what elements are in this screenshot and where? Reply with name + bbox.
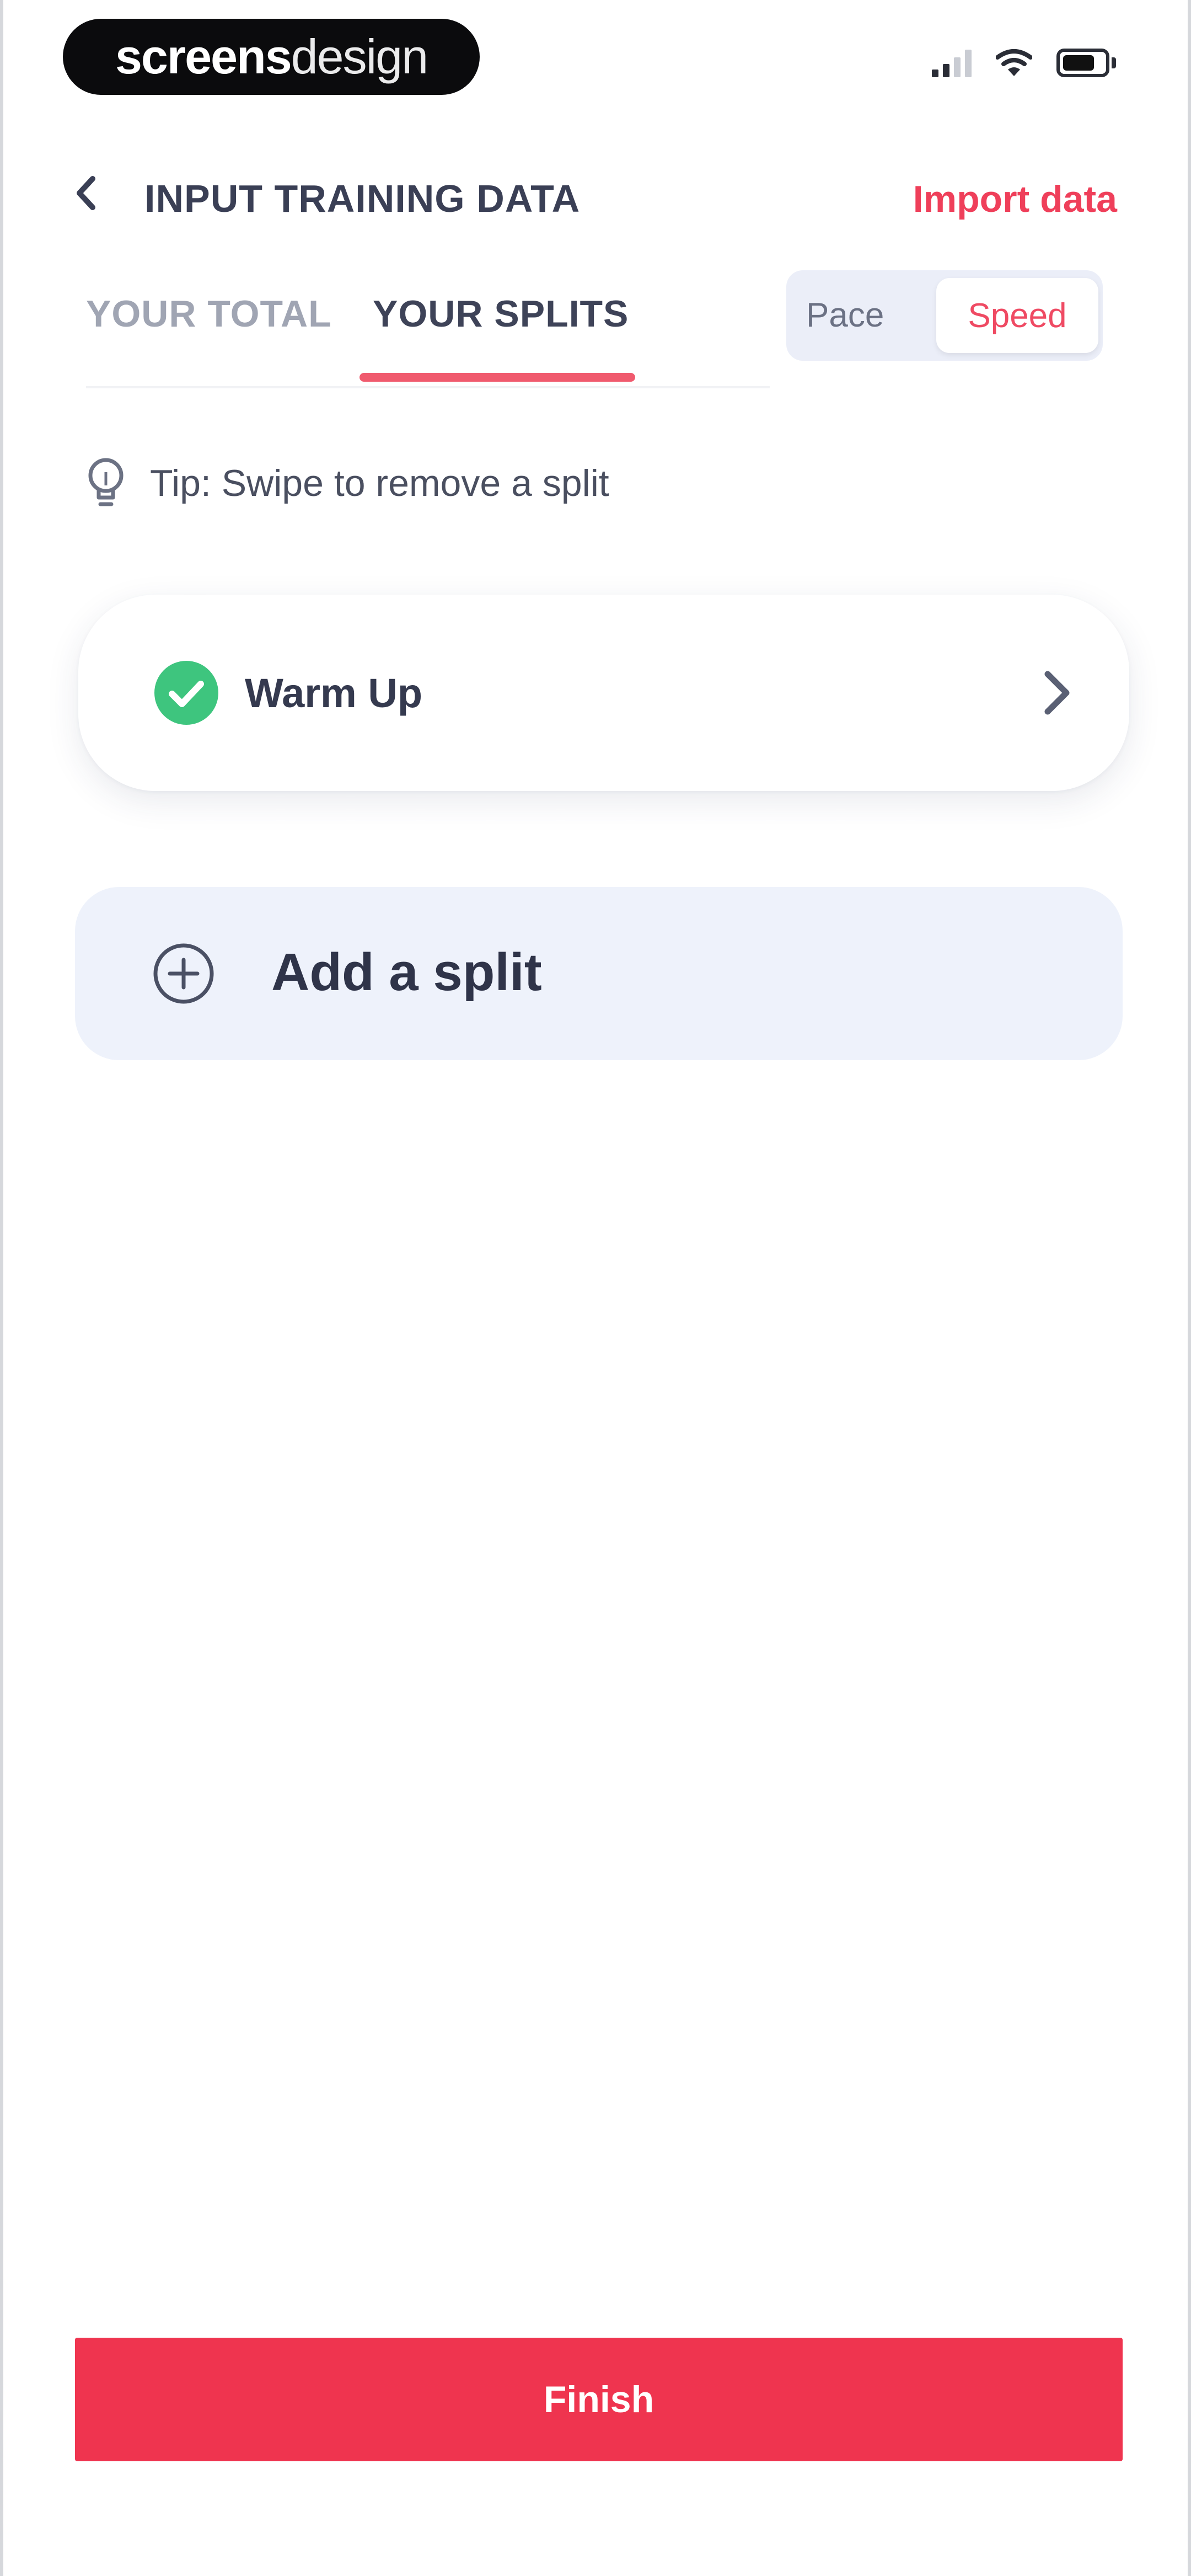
tab-your-total[interactable]: YOUR TOTAL <box>86 292 332 335</box>
import-data-link[interactable]: Import data <box>913 178 1117 221</box>
watermark-bold: screens <box>115 29 292 84</box>
add-split-button[interactable]: Add a split <box>75 887 1123 1060</box>
plus-circle-icon <box>153 943 214 1004</box>
battery-icon <box>1056 49 1116 77</box>
status-bar-icons <box>932 49 1116 77</box>
toggle-option-speed[interactable]: Speed <box>936 278 1098 353</box>
add-split-label: Add a split <box>271 943 542 1002</box>
header: INPUT TRAINING DATA Import data <box>69 165 1128 221</box>
wifi-icon <box>996 49 1032 76</box>
back-button[interactable] <box>69 171 103 215</box>
watermark-light: design <box>291 29 428 84</box>
tab-your-splits[interactable]: YOUR SPLITS <box>373 292 629 335</box>
check-circle-icon <box>154 661 218 725</box>
pace-speed-toggle: Pace Speed <box>786 270 1103 361</box>
watermark-logo: screens design <box>63 19 480 95</box>
signal-icon <box>932 49 972 77</box>
finish-button[interactable]: Finish <box>75 2338 1123 2461</box>
page-title: INPUT TRAINING DATA <box>144 177 581 220</box>
active-tab-indicator <box>360 373 635 382</box>
split-item-warm-up[interactable]: Warm Up <box>78 595 1129 791</box>
tab-bar: YOUR TOTAL YOUR SPLITS <box>86 276 770 388</box>
chevron-right-icon <box>1044 671 1070 715</box>
app-screen: screens design INPUT TRAINING DATA Import… <box>0 0 1191 2576</box>
chevron-left-icon <box>77 176 95 210</box>
tip-row: Tip: Swipe to remove a split <box>84 456 609 511</box>
lightbulb-icon <box>88 458 124 506</box>
tip-text: Tip: Swipe to remove a split <box>150 462 609 504</box>
split-label: Warm Up <box>245 670 423 716</box>
toggle-option-pace[interactable]: Pace <box>806 296 884 335</box>
